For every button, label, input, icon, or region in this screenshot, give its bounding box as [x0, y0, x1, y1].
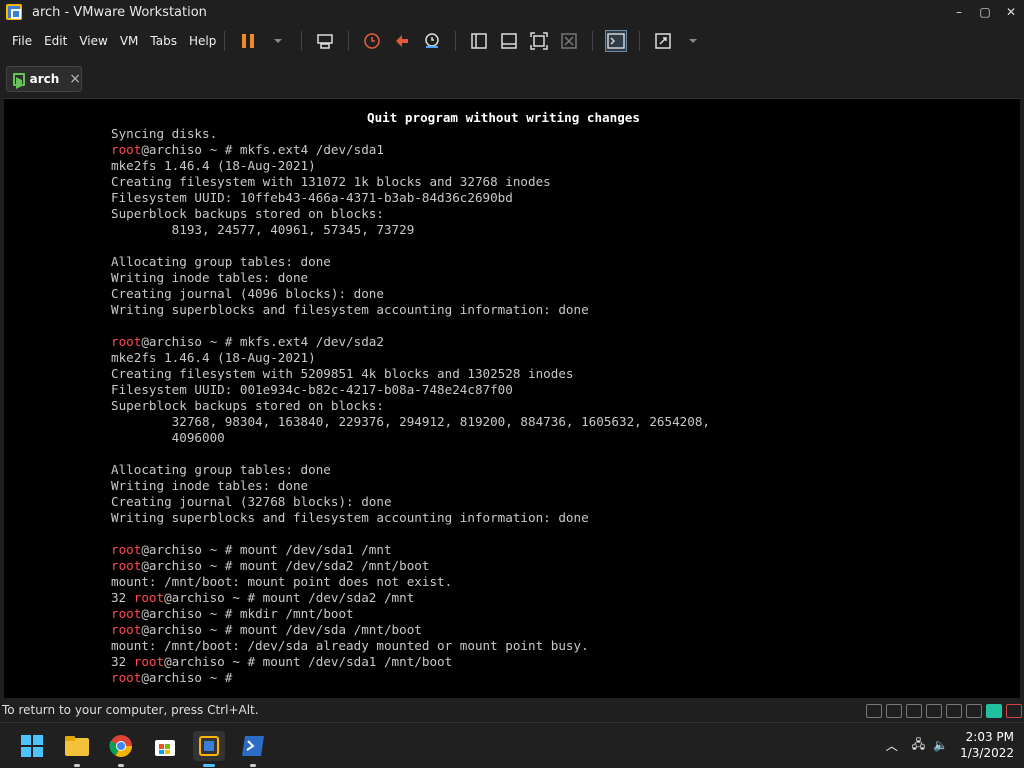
console-line: mke2fs 1.46.4 (18-Aug-2021): [111, 158, 316, 173]
console-line: Writing superblocks and filesystem accou…: [111, 510, 589, 525]
console-line: Syncing disks.: [111, 126, 218, 141]
console-line: root@archiso ~ # mount /dev/sda2 /mnt/bo…: [111, 558, 430, 573]
file-explorer-icon[interactable]: [61, 731, 93, 767]
clock-time: 2:03 PM: [965, 730, 1014, 744]
console-line: Allocating group tables: done: [111, 254, 331, 269]
console-line: Writing inode tables: done: [111, 478, 309, 493]
minimize-icon[interactable]: –: [946, 0, 972, 24]
message-icon[interactable]: [986, 704, 1002, 718]
pause-icon[interactable]: [237, 30, 259, 52]
console-line: root@archiso ~ # mount /dev/sda1 /mnt: [111, 542, 392, 557]
thumbnail-bar-icon[interactable]: [498, 30, 520, 52]
chevron-down-icon[interactable]: [267, 30, 289, 52]
close-tab-icon[interactable]: ×: [69, 71, 81, 87]
toolbar-separator: [348, 31, 350, 51]
console-line: mke2fs 1.46.4 (18-Aug-2021): [111, 350, 316, 365]
console-line: mount: /mnt/boot: mount point does not e…: [111, 574, 453, 589]
maximize-icon[interactable]: ▢: [972, 0, 998, 24]
vmware-app-icon: [6, 4, 22, 20]
title-bar: arch - VMware Workstation – ▢ ✕: [0, 0, 1024, 24]
menu-edit[interactable]: Edit: [44, 34, 67, 48]
stretch-guest-icon[interactable]: [652, 30, 674, 52]
unity-icon[interactable]: [558, 30, 580, 52]
status-message: To return to your computer, press Ctrl+A…: [2, 703, 259, 717]
vm-running-icon: [13, 72, 25, 86]
console-line: Creating journal (4096 blocks): done: [111, 286, 384, 301]
console-line: Superblock backups stored on blocks:: [111, 398, 384, 413]
console-line: root@archiso ~ # mkdir /mnt/boot: [111, 606, 354, 621]
clock-date: 1/3/2022: [960, 746, 1014, 760]
snapshot-icon[interactable]: [361, 30, 383, 52]
console-line: 32768, 98304, 163840, 229376, 294912, 81…: [111, 414, 710, 429]
window-controls: – ▢ ✕: [946, 0, 1024, 24]
usb-icon[interactable]: [926, 704, 942, 718]
chevron-down-icon[interactable]: [682, 30, 704, 52]
console-line: Writing superblocks and filesystem accou…: [111, 302, 589, 317]
start-icon[interactable]: [16, 731, 48, 761]
menu-bar: File Edit View VM Tabs Help: [0, 24, 1024, 58]
console-line: Superblock backups stored on blocks:: [111, 206, 384, 221]
microsoft-store-icon[interactable]: [149, 731, 181, 761]
vm-console[interactable]: Quit program without writing changes Syn…: [4, 98, 1020, 698]
volume-icon[interactable]: 🔈: [933, 738, 948, 752]
console-line: 4096000: [111, 430, 225, 445]
console-line: mount: /mnt/boot: /dev/sda already mount…: [111, 638, 589, 653]
sound-icon[interactable]: [946, 704, 962, 718]
send-ctrl-alt-del-icon[interactable]: [314, 30, 336, 52]
console-line: root@archiso ~ #: [111, 670, 233, 685]
menu-tabs[interactable]: Tabs: [150, 34, 177, 48]
menu-view[interactable]: View: [79, 34, 107, 48]
clock[interactable]: 2:03 PM 1/3/2022: [960, 729, 1014, 761]
snapshot-manager-icon[interactable]: [421, 30, 443, 52]
console-view-icon[interactable]: [605, 30, 628, 52]
full-screen-icon[interactable]: [528, 30, 550, 52]
tab-arch[interactable]: arch ×: [6, 66, 82, 92]
console-line: 32 root@archiso ~ # mount /dev/sda2 /mnt: [111, 590, 415, 605]
toolbar-separator: [455, 31, 457, 51]
console-line: Allocating group tables: done: [111, 462, 331, 477]
tab-label: arch: [29, 72, 60, 86]
status-bar: To return to your computer, press Ctrl+A…: [0, 702, 1024, 720]
vmware-taskbar-icon[interactable]: [193, 731, 225, 767]
toolbar-separator: [301, 31, 303, 51]
console-line: Writing inode tables: done: [111, 270, 309, 285]
system-tray: ︿ 🖧 🔈 2:03 PM 1/3/2022: [886, 729, 1014, 761]
console-line: Creating filesystem with 131072 1k block…: [111, 174, 551, 189]
taskbar: ︿ 🖧 🔈 2:03 PM 1/3/2022: [0, 722, 1024, 768]
console-line: Filesystem UUID: 10ffeb43-466a-4371-b3ab…: [111, 190, 513, 205]
console-line: 32 root@archiso ~ # mount /dev/sda1 /mnt…: [111, 654, 453, 669]
display-icon[interactable]: [966, 704, 982, 718]
stretch-icon[interactable]: [1006, 704, 1022, 718]
chevron-up-icon[interactable]: ︿: [886, 737, 898, 754]
close-icon[interactable]: ✕: [998, 0, 1024, 24]
console-title: Quit program without writing changes: [367, 110, 640, 125]
chrome-icon[interactable]: [105, 731, 137, 767]
console-line: 8193, 24577, 40961, 57345, 73729: [111, 222, 415, 237]
cd-dvd-icon[interactable]: [886, 704, 902, 718]
window-title: arch - VMware Workstation: [32, 4, 207, 20]
tab-strip: arch ×: [0, 58, 1024, 98]
toolbar-separator: [224, 31, 226, 51]
network-icon[interactable]: [906, 704, 922, 718]
network-tray-icon[interactable]: 🖧: [912, 735, 925, 756]
device-status-icons: [866, 702, 1022, 720]
console-line: root@archiso ~ # mkfs.ext4 /dev/sda2: [111, 334, 384, 349]
console-line: root@archiso ~ # mount /dev/sda /mnt/boo…: [111, 622, 422, 637]
menu-vm[interactable]: VM: [120, 34, 139, 48]
powershell-icon[interactable]: [237, 731, 269, 767]
hard-disk-icon[interactable]: [866, 704, 882, 718]
toolbar-separator: [592, 31, 594, 51]
console-line: Creating journal (32768 blocks): done: [111, 494, 392, 509]
menu-help[interactable]: Help: [189, 34, 216, 48]
console-line: root@archiso ~ # mkfs.ext4 /dev/sda1: [111, 142, 384, 157]
revert-snapshot-icon[interactable]: [391, 30, 413, 52]
console-line: Creating filesystem with 5209851 4k bloc…: [111, 366, 574, 381]
show-library-icon[interactable]: [468, 30, 490, 52]
menu-file[interactable]: File: [12, 34, 32, 48]
console-line: Filesystem UUID: 001e934c-b82c-4217-b08a…: [111, 382, 513, 397]
toolbar-separator: [639, 31, 641, 51]
